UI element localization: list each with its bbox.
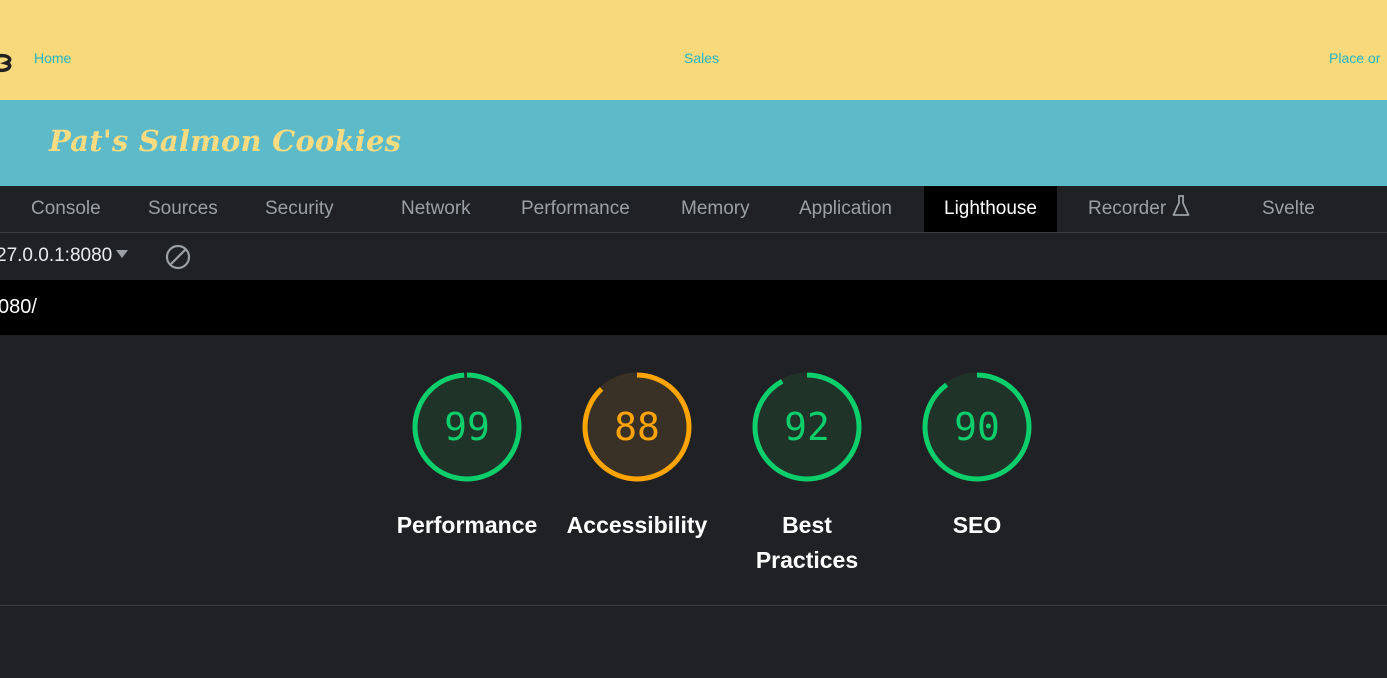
- report-select[interactable]: 27.0.0.1:8080: [0, 245, 129, 267]
- gauge-label: Best Practices: [755, 512, 859, 573]
- tab-security[interactable]: Security: [265, 186, 334, 232]
- devtools-tab-bar: Console Sources Security Network Perform…: [0, 186, 1387, 233]
- chevron-down-icon: [116, 250, 129, 258]
- site-logo-icon[interactable]: [0, 52, 16, 74]
- tab-application[interactable]: Application: [799, 186, 892, 232]
- gauge-seo[interactable]: 90 SEO: [892, 370, 1062, 543]
- site-nav: Home Sales Place or: [0, 0, 1387, 100]
- gauge-ring: 99: [412, 372, 522, 482]
- gauge-performance[interactable]: 99 Performance: [382, 370, 552, 543]
- tab-svelte[interactable]: Svelte: [1262, 186, 1315, 232]
- report-select-value: 27.0.0.1:8080: [0, 245, 113, 266]
- gauge-score: 92: [784, 405, 830, 449]
- report-url-bar: 080/: [0, 280, 1387, 335]
- report-url: 080/: [0, 296, 37, 318]
- gauge-label: SEO: [952, 512, 1002, 538]
- clear-icon[interactable]: [165, 244, 191, 270]
- lighthouse-toolbar: 27.0.0.1:8080: [0, 233, 1387, 279]
- gauge-label: Performance: [396, 512, 538, 538]
- gauge-ring: 90: [922, 372, 1032, 482]
- gauge-best-practices[interactable]: 92 Best Practices: [722, 370, 892, 578]
- gauge-score: 99: [444, 405, 490, 449]
- tab-console[interactable]: Console: [31, 186, 101, 232]
- gauge-ring: 88: [582, 372, 692, 482]
- tab-recorder-label: Recorder: [1088, 198, 1167, 219]
- gauge-label: Accessibility: [566, 512, 708, 538]
- tab-recorder[interactable]: Recorder: [1088, 186, 1190, 232]
- tab-memory[interactable]: Memory: [681, 186, 750, 232]
- flask-icon: [1172, 195, 1190, 216]
- gauge-score: 90: [954, 405, 1000, 449]
- tab-network[interactable]: Network: [401, 186, 471, 232]
- nav-sales-link[interactable]: Sales: [684, 50, 719, 66]
- nav-home-link[interactable]: Home: [34, 50, 71, 66]
- score-gauges: 99 Performance 88 Accessibility 92 Best Pra…: [0, 336, 1387, 606]
- site-title: Pat's Salmon Cookies: [49, 124, 402, 158]
- tab-lighthouse[interactable]: Lighthouse: [924, 186, 1057, 232]
- gauge-ring: 92: [752, 372, 862, 482]
- tab-performance[interactable]: Performance: [521, 186, 630, 232]
- tab-sources[interactable]: Sources: [148, 186, 218, 232]
- nav-order-link[interactable]: Place or: [1329, 50, 1380, 66]
- gauge-score: 88: [614, 405, 660, 449]
- gauge-accessibility[interactable]: 88 Accessibility: [552, 370, 722, 543]
